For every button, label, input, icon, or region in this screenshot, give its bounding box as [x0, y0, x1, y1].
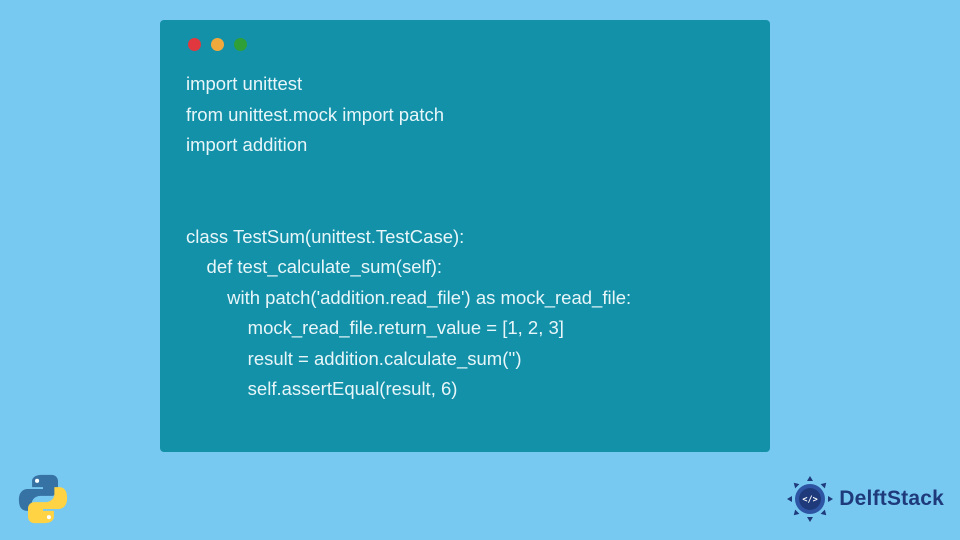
- minimize-icon: [211, 38, 224, 51]
- code-line: class TestSum(unittest.TestCase):: [186, 226, 464, 247]
- code-block: import unittest from unittest.mock impor…: [160, 65, 770, 415]
- python-logo-icon: [18, 474, 68, 524]
- code-line: with patch('addition.read_file') as mock…: [186, 287, 631, 308]
- delftstack-badge-icon: </>: [785, 474, 835, 524]
- code-window: import unittest from unittest.mock impor…: [160, 20, 770, 452]
- brand-name: DelftStack: [839, 487, 944, 511]
- close-icon: [188, 38, 201, 51]
- svg-text:</>: </>: [803, 495, 818, 505]
- code-line: result = addition.calculate_sum(''): [186, 348, 522, 369]
- code-line: mock_read_file.return_value = [1, 2, 3]: [186, 317, 564, 338]
- maximize-icon: [234, 38, 247, 51]
- code-line: def test_calculate_sum(self):: [186, 256, 442, 277]
- code-line: import unittest: [186, 73, 302, 94]
- code-line: import addition: [186, 134, 307, 155]
- code-line: from unittest.mock import patch: [186, 104, 444, 125]
- code-line: self.assertEqual(result, 6): [186, 378, 457, 399]
- traffic-lights: [160, 20, 770, 65]
- delftstack-brand: </> DelftStack: [785, 474, 944, 524]
